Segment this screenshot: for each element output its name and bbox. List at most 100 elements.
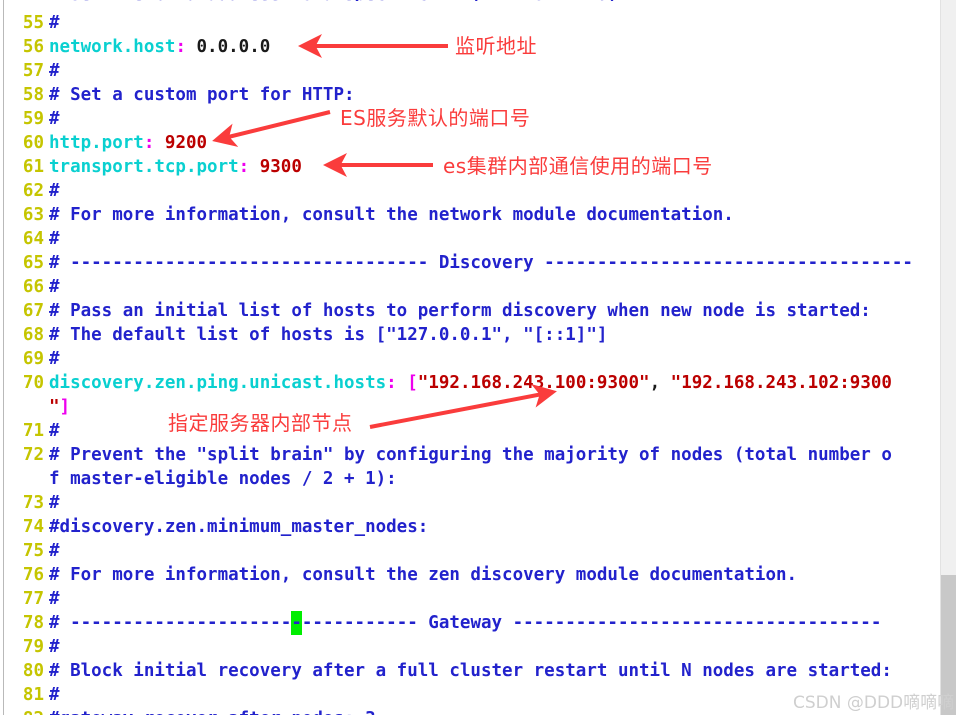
line-number: 56: [22, 37, 44, 57]
code-line-text: #: [49, 491, 60, 515]
code-line[interactable]: 76 # For more information, consult the ze…: [0, 563, 940, 587]
code-line[interactable]: 75 #: [0, 539, 940, 563]
code-line-text: # ---------------------------------- Dis…: [49, 251, 913, 275]
code-line[interactable]: 70 discovery.zen.ping.unicast.hosts: ["19…: [0, 371, 940, 395]
code-token: #gateway.recover_after_nodes: 3: [49, 709, 376, 715]
code-line[interactable]: 80 # Block initial recovery after a full …: [0, 659, 940, 683]
code-line-text: #: [49, 635, 60, 659]
annotation-label-es-default-port: ES服务默认的端口号: [340, 106, 531, 130]
code-token: #: [49, 277, 60, 297]
line-number: 74: [22, 517, 44, 537]
code-token: 9300: [249, 157, 302, 177]
line-number: 72: [22, 445, 44, 465]
code-line[interactable]: 69 #: [0, 347, 940, 371]
line-number: 79: [22, 637, 44, 657]
code-token: # ---------------------: [49, 613, 292, 633]
code-token: # Set a custom port for HTTP:: [49, 85, 355, 105]
code-token: #: [49, 229, 60, 249]
code-line-text: "]: [49, 395, 70, 419]
code-line-text: #: [49, 275, 60, 299]
code-line-continuation[interactable]: f master-eligible nodes / 2 + 1):: [0, 467, 940, 491]
code-token: # Prevent the "split brain" by configuri…: [49, 445, 892, 465]
code-line-text: #: [49, 179, 60, 203]
code-token: "192.168.243.102:9300: [670, 373, 892, 393]
code-line-text: # Pass an initial list of hosts to perfo…: [49, 299, 871, 323]
code-line-text: discovery.zen.ping.unicast.hosts: ["192.…: [49, 371, 892, 395]
code-token: ": [49, 397, 60, 417]
code-line-text: #gateway.recover_after_nodes: 3: [49, 707, 376, 715]
code-token: network.host: [49, 37, 176, 57]
line-number: 66: [22, 277, 44, 297]
code-line-text: transport.tcp.port: 9300: [49, 155, 302, 179]
code-line-text: network.host: 0.0.0.0: [49, 35, 270, 59]
line-number: 75: [22, 541, 44, 561]
code-line[interactable]: 66 #: [0, 275, 940, 299]
code-line-text: # Prevent the "split brain" by configuri…: [49, 443, 892, 467]
code-token: [: [407, 373, 418, 393]
line-number: 57: [22, 61, 44, 81]
code-line-text: # The default list of hosts is ["127.0.0…: [49, 323, 607, 347]
code-token: #: [49, 181, 60, 201]
line-number: 62: [22, 181, 44, 201]
code-token: #: [49, 541, 60, 561]
code-line[interactable]: 74 #discovery.zen.minimum_master_nodes:: [0, 515, 940, 539]
code-line-continuation[interactable]: "]: [0, 395, 940, 419]
code-token: f master-eligible nodes / 2 + 1):: [49, 469, 397, 489]
line-number: 80: [22, 661, 44, 681]
text-cursor: -: [291, 611, 302, 635]
code-line[interactable]: 57 #: [0, 59, 940, 83]
line-number: 81: [22, 685, 44, 705]
annotation-label-cluster-internal-port: es集群内部通信使用的端口号: [443, 154, 713, 178]
code-token: http.port: [49, 133, 144, 153]
code-line-text: #: [49, 683, 60, 707]
code-token: #: [49, 109, 60, 129]
code-token: #: [49, 421, 60, 441]
code-token: # Block initial recovery after a full cl…: [49, 661, 892, 681]
code-token: 0.0.0.0: [185, 37, 271, 57]
line-number: 64: [22, 229, 44, 249]
code-line[interactable]: 79 #: [0, 635, 940, 659]
clipped-top-line-text: # Set the bind address to a specific IP …: [49, 0, 628, 1]
code-line[interactable]: 64 #: [0, 227, 940, 251]
terminal-window: # Set the bind address to a specific IP …: [0, 0, 956, 715]
code-token: #: [49, 13, 60, 33]
code-line-text: f master-eligible nodes / 2 + 1):: [49, 467, 397, 491]
code-token: transport.tcp.port: [49, 157, 239, 177]
vertical-scrollbar[interactable]: [940, 0, 956, 715]
code-line-text: #: [49, 11, 60, 35]
line-number: 63: [22, 205, 44, 225]
line-number: 76: [22, 565, 44, 585]
line-number: 67: [22, 301, 44, 321]
line-number: 78: [22, 613, 44, 633]
code-line[interactable]: 78 # --------------------------------- Ga…: [0, 611, 940, 635]
code-line[interactable]: 63 # For more information, consult the ne…: [0, 203, 940, 227]
code-line-text: # --------------------------------- Gate…: [49, 611, 881, 635]
code-token: "192.168.243.100:9300": [417, 373, 650, 393]
code-token: #: [49, 637, 60, 657]
code-line[interactable]: 71 #: [0, 419, 940, 443]
code-line-text: # Set a custom port for HTTP:: [49, 83, 355, 107]
line-number: 77: [22, 589, 44, 609]
code-line-text: #: [49, 59, 60, 83]
code-token: :: [143, 133, 155, 153]
code-line[interactable]: 62 #: [0, 179, 940, 203]
code-token: #: [49, 493, 60, 513]
code-token: :: [386, 373, 397, 393]
code-token: ,: [649, 373, 671, 393]
code-line-text: #: [49, 539, 60, 563]
code-line-text: # Block initial recovery after a full cl…: [49, 659, 892, 683]
line-number: 68: [22, 325, 44, 345]
code-token: #: [49, 685, 60, 705]
code-line[interactable]: 67 # Pass an initial list of hosts to per…: [0, 299, 940, 323]
line-number: 70: [22, 373, 44, 393]
code-line[interactable]: 77 #: [0, 587, 940, 611]
code-token: ]: [59, 397, 71, 417]
code-line[interactable]: 68 # The default list of hosts is ["127.0…: [0, 323, 940, 347]
code-line[interactable]: 65 # ---------------------------------- D…: [0, 251, 940, 275]
code-line[interactable]: 72 # Prevent the "split brain" by configu…: [0, 443, 940, 467]
line-number: 71: [22, 421, 44, 441]
code-line-text: #: [49, 347, 60, 371]
code-token: # For more information, consult the zen …: [49, 565, 798, 585]
code-line[interactable]: 73 #: [0, 491, 940, 515]
